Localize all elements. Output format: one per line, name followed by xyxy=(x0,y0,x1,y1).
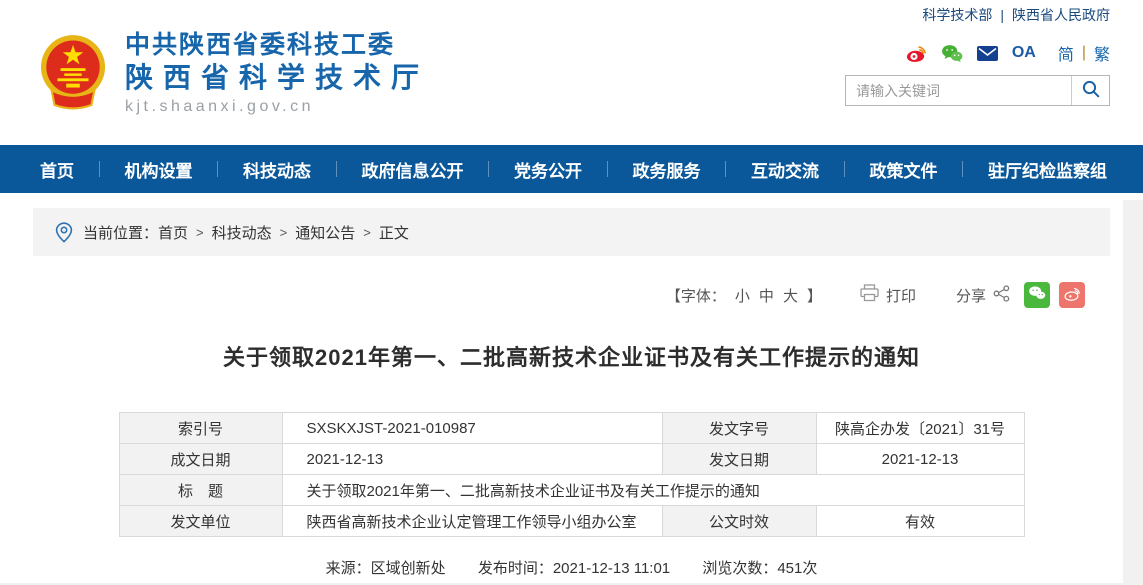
meta-label-title: 标 题 xyxy=(119,475,282,506)
org-name-line1: 中共陕西省委科技工委 xyxy=(125,32,429,60)
article-publish-time: 发布时间：2021-12-13 11:01 xyxy=(478,560,670,577)
meta-label-written-date: 成文日期 xyxy=(119,444,282,475)
location-pin-icon xyxy=(55,222,73,243)
article-tools: 【字体： 小 中 大 】 打印 分享 xyxy=(0,282,1085,308)
nav-item-policy-documents[interactable]: 政策文件 xyxy=(870,157,938,182)
breadcrumb: 当前位置： 首页 > 科技动态 > 通知公告 > 正文 xyxy=(33,208,1110,256)
wechat-icon[interactable] xyxy=(941,44,963,63)
share-button[interactable]: 分享 xyxy=(956,285,1010,306)
share-nodes-icon xyxy=(993,285,1010,306)
lang-separator: | xyxy=(1082,44,1086,62)
nav-divider xyxy=(607,161,608,177)
meta-value-written-date: 2021-12-13 xyxy=(282,444,662,475)
lang-simplified[interactable]: 简 xyxy=(1058,41,1074,65)
language-switcher: 简 | 繁 xyxy=(1058,41,1110,65)
breadcrumb-link-sci-tech-news[interactable]: 科技动态 xyxy=(212,222,272,243)
site-url: kjt.shaanxi.gov.cn xyxy=(125,98,429,116)
print-button[interactable]: 打印 xyxy=(860,284,916,306)
document-meta-table: 索引号 SXSKXJST-2021-010987 发文字号 陕高企办发〔2021… xyxy=(119,412,1025,537)
meta-value-index-number: SXSKXJST-2021-010987 xyxy=(282,413,662,444)
nav-divider xyxy=(488,161,489,177)
table-row: 标 题 关于领取2021年第一、二批高新技术企业证书及有关工作提示的通知 xyxy=(119,475,1024,506)
font-size-small[interactable]: 小 xyxy=(735,285,750,306)
topbar-link-provincial-gov[interactable]: 陕西省人民政府 xyxy=(1012,5,1110,25)
nav-item-gov-services[interactable]: 政务服务 xyxy=(633,157,701,182)
nav-item-discipline-inspection[interactable]: 驻厅纪检监察组 xyxy=(988,157,1107,182)
article-view-count: 浏览次数：451次 xyxy=(702,560,817,577)
font-size-widget: 【字体： 小 中 大 】 xyxy=(666,285,822,306)
topbar-separator: | xyxy=(1000,7,1004,23)
header-right: OA 简 | 繁 xyxy=(845,42,1110,106)
nav-divider xyxy=(99,161,100,177)
meta-value-validity: 有效 xyxy=(816,506,1024,537)
page-edge-strip xyxy=(1123,200,1143,585)
nav-divider xyxy=(844,161,845,177)
meta-label-index-number: 索引号 xyxy=(119,413,282,444)
share-weibo-button[interactable] xyxy=(1059,282,1085,308)
nav-divider xyxy=(336,161,337,177)
meta-label-doc-number: 发文字号 xyxy=(662,413,816,444)
font-widget-prefix: 【字体： xyxy=(666,285,726,306)
share-wechat-button[interactable] xyxy=(1024,282,1050,308)
mail-icon[interactable] xyxy=(977,46,998,61)
breadcrumb-separator: > xyxy=(363,225,371,240)
org-name-line2: 陕西省科学技术厅 xyxy=(125,63,429,94)
breadcrumb-label: 当前位置： xyxy=(83,222,158,243)
oa-link[interactable]: OA xyxy=(1012,44,1036,62)
meta-value-doc-number: 陕高企办发〔2021〕31号 xyxy=(816,413,1024,444)
meta-value-issue-date: 2021-12-13 xyxy=(816,444,1024,475)
nav-item-interaction[interactable]: 互动交流 xyxy=(751,157,819,182)
font-widget-suffix: 】 xyxy=(807,285,822,306)
nav-item-home[interactable]: 首页 xyxy=(40,157,74,182)
printer-icon xyxy=(860,284,879,306)
meta-label-issuing-unit: 发文单位 xyxy=(119,506,282,537)
article-source: 来源：区域创新处 xyxy=(326,560,446,577)
nav-divider xyxy=(962,161,963,177)
search-button[interactable] xyxy=(1071,76,1109,105)
font-size-large[interactable]: 大 xyxy=(783,285,798,306)
main-nav: 首页 机构设置 科技动态 政府信息公开 党务公开 政务服务 互动交流 政策文件 … xyxy=(0,145,1143,193)
search-icon xyxy=(1082,80,1100,101)
font-size-medium[interactable]: 中 xyxy=(759,285,774,306)
site-header: 中共陕西省委科技工委 陕西省科学技术厅 kjt.shaanxi.gov.cn xyxy=(0,30,1143,145)
breadcrumb-separator: > xyxy=(280,225,288,240)
header-icon-row: OA 简 | 繁 xyxy=(845,42,1110,64)
table-row: 发文单位 陕西省高新技术企业认定管理工作领导小组办公室 公文时效 有效 xyxy=(119,506,1024,537)
table-row: 成文日期 2021-12-13 发文日期 2021-12-13 xyxy=(119,444,1024,475)
topbar: 科学技术部 | 陕西省人民政府 xyxy=(0,0,1143,30)
weibo-share-icon xyxy=(1063,285,1081,306)
breadcrumb-link-home[interactable]: 首页 xyxy=(158,222,188,243)
lang-traditional[interactable]: 繁 xyxy=(1094,41,1110,65)
breadcrumb-link-notices[interactable]: 通知公告 xyxy=(295,222,355,243)
search-box xyxy=(845,75,1110,106)
site-branding: 中共陕西省委科技工委 陕西省科学技术厅 kjt.shaanxi.gov.cn xyxy=(125,32,429,116)
article-footer-meta: 来源：区域创新处 发布时间：2021-12-13 11:01 浏览次数：451次 xyxy=(0,557,1143,578)
national-emblem xyxy=(40,31,106,113)
page-title: 关于领取2021年第一、二批高新技术企业证书及有关工作提示的通知 xyxy=(33,340,1110,372)
meta-label-validity: 公文时效 xyxy=(662,506,816,537)
share-label: 分享 xyxy=(956,285,986,306)
nav-divider xyxy=(217,161,218,177)
print-label: 打印 xyxy=(886,285,916,306)
wechat-share-icon xyxy=(1028,285,1046,305)
nav-item-gov-info-disclosure[interactable]: 政府信息公开 xyxy=(362,157,464,182)
nav-divider xyxy=(725,161,726,177)
table-row: 索引号 SXSKXJST-2021-010987 发文字号 陕高企办发〔2021… xyxy=(119,413,1024,444)
topbar-link-most[interactable]: 科学技术部 xyxy=(922,5,992,25)
weibo-icon[interactable] xyxy=(905,43,927,63)
meta-value-title: 关于领取2021年第一、二批高新技术企业证书及有关工作提示的通知 xyxy=(282,475,1024,506)
nav-item-party-affairs[interactable]: 党务公开 xyxy=(514,157,582,182)
nav-item-organization[interactable]: 机构设置 xyxy=(125,157,193,182)
breadcrumb-current-page: 正文 xyxy=(379,222,409,243)
search-input[interactable] xyxy=(846,76,1071,105)
nav-item-sci-tech-news[interactable]: 科技动态 xyxy=(243,157,311,182)
breadcrumb-separator: > xyxy=(196,225,204,240)
meta-label-issue-date: 发文日期 xyxy=(662,444,816,475)
meta-value-issuing-unit: 陕西省高新技术企业认定管理工作领导小组办公室 xyxy=(282,506,662,537)
